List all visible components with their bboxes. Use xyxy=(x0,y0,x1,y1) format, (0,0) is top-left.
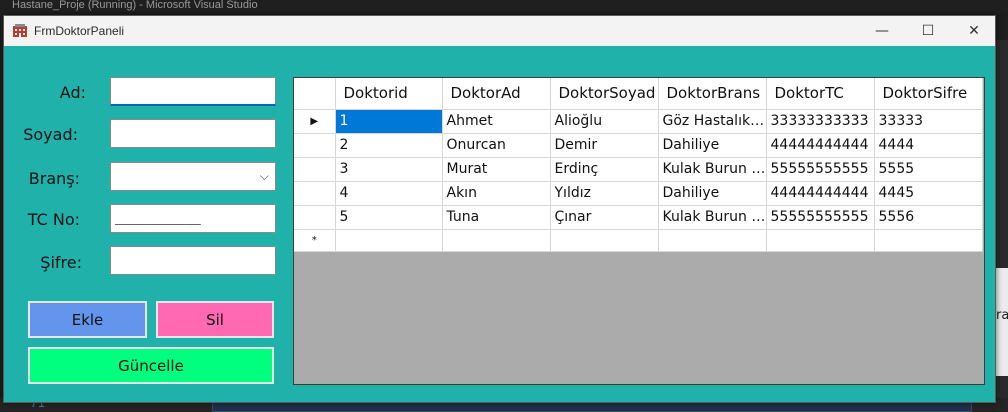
new-cell[interactable] xyxy=(442,229,551,252)
new-cell[interactable] xyxy=(335,229,443,252)
cell-doktorid[interactable]: 3 xyxy=(335,157,443,182)
row-header[interactable] xyxy=(294,157,336,182)
cell-doktorad[interactable]: Ahmet xyxy=(442,109,551,134)
cell-doktorsifre[interactable]: 5555 xyxy=(874,157,983,182)
cell-doktortc[interactable]: 33333333333 xyxy=(766,109,875,134)
row-header-corner[interactable] xyxy=(294,78,336,110)
chevron-down-icon[interactable]: ⌵ xyxy=(260,169,269,184)
table-row[interactable]: ▶ 1 Ahmet Alioğlu Göz Hastalıkları 33333… xyxy=(294,109,983,134)
ad-input[interactable] xyxy=(111,78,275,104)
new-row[interactable]: * xyxy=(294,229,983,252)
new-cell[interactable] xyxy=(550,229,659,252)
cell-doktorbrans[interactable]: Dahiliye xyxy=(658,133,767,158)
ad-field[interactable] xyxy=(110,77,276,106)
cell-doktorbrans[interactable]: Göz Hastalıkları xyxy=(658,109,767,134)
cell-doktorid[interactable]: 2 xyxy=(335,133,443,158)
cell-doktorid[interactable]: 4 xyxy=(335,181,443,206)
cell-doktorsifre[interactable]: 4444 xyxy=(874,133,983,158)
table-row[interactable]: 2 Onurcan Demir Dahiliye 44444444444 444… xyxy=(294,133,983,158)
cell-doktorsifre[interactable]: 5556 xyxy=(874,205,983,230)
sil-button[interactable]: Sil xyxy=(156,301,274,338)
tc-masked-field[interactable]: ___________ xyxy=(110,204,276,233)
maximize-button[interactable]: ☐ xyxy=(905,16,951,46)
cell-doktortc[interactable]: 55555555555 xyxy=(766,157,875,182)
grid-header-row: Doktorid DoktorAd DoktorSoyad DoktorBran… xyxy=(294,78,983,110)
row-header[interactable] xyxy=(294,181,336,206)
vs-title: Hastane_Proje (Running) - Microsoft Visu… xyxy=(12,0,258,11)
cell-doktorsoyad[interactable]: Erdinç xyxy=(550,157,659,182)
cell-doktorsifre[interactable]: 33333 xyxy=(874,109,983,134)
cell-doktorid[interactable]: 5 xyxy=(335,205,443,230)
tc-label: TC No: xyxy=(27,210,80,229)
table-row[interactable]: 3 Murat Erdinç Kulak Burun Boğaz 5555555… xyxy=(294,157,983,182)
minimize-button[interactable]: — xyxy=(859,16,905,46)
column-header-doktorsifre[interactable]: DoktorSifre xyxy=(874,78,983,110)
cell-doktorad[interactable]: Onurcan xyxy=(442,133,551,158)
table-row[interactable]: 5 Tuna Çınar Kulak Burun Boğaz 555555555… xyxy=(294,205,983,230)
hospital-icon xyxy=(13,24,27,37)
doktor-paneli-window: FrmDoktorPaneli — ☐ ✕ Ad: Soyad: Branş: … xyxy=(3,15,996,403)
brans-input[interactable] xyxy=(111,163,275,190)
column-header-doktortc[interactable]: DoktorTC xyxy=(766,78,875,110)
cell-doktorsoyad[interactable]: Demir xyxy=(550,133,659,158)
cell-doktorbrans[interactable]: Kulak Burun Boğaz xyxy=(658,205,767,230)
column-header-doktorid[interactable]: Doktorid xyxy=(335,78,443,110)
column-header-doktorsoyad[interactable]: DoktorSoyad xyxy=(550,78,659,110)
close-button[interactable]: ✕ xyxy=(951,16,997,46)
new-cell[interactable] xyxy=(766,229,875,252)
brans-combobox[interactable]: ⌵ xyxy=(110,162,276,191)
cell-doktorsoyad[interactable]: Çınar xyxy=(550,205,659,230)
current-row-icon[interactable]: ▶ xyxy=(294,109,336,134)
column-header-doktorad[interactable]: DoktorAd xyxy=(442,78,551,110)
new-cell[interactable] xyxy=(874,229,983,252)
window-title: FrmDoktorPaneli xyxy=(34,24,125,38)
soyad-input[interactable] xyxy=(111,120,275,147)
sifre-input[interactable] xyxy=(111,247,275,274)
tc-mask: ___________ xyxy=(115,212,201,227)
cell-doktorbrans[interactable]: Dahiliye xyxy=(658,181,767,206)
ekle-button[interactable]: Ekle xyxy=(28,301,147,338)
window-titlebar[interactable]: FrmDoktorPaneli — ☐ ✕ xyxy=(4,16,995,46)
cell-doktorsoyad[interactable]: Alioğlu xyxy=(550,109,659,134)
cell-doktortc[interactable]: 44444444444 xyxy=(766,181,875,206)
cell-doktorsoyad[interactable]: Yıldız xyxy=(550,181,659,206)
table-row[interactable]: 4 Akın Yıldız Dahiliye 44444444444 4445 xyxy=(294,181,983,206)
cell-doktorad[interactable]: Akın xyxy=(442,181,551,206)
new-row-icon[interactable]: * xyxy=(294,229,336,252)
brans-label: Branş: xyxy=(28,169,80,188)
sifre-field[interactable] xyxy=(110,246,276,275)
cell-doktortc[interactable]: 55555555555 xyxy=(766,205,875,230)
cell-doktorad[interactable]: Murat xyxy=(442,157,551,182)
cell-doktortc[interactable]: 44444444444 xyxy=(766,133,875,158)
vs-side-tab-label: ra xyxy=(996,308,1008,323)
cell-doktorad[interactable]: Tuna xyxy=(442,205,551,230)
guncelle-button[interactable]: Güncelle xyxy=(28,347,274,384)
soyad-label: Soyad: xyxy=(23,125,78,144)
column-header-doktorbrans[interactable]: DoktorBrans xyxy=(658,78,767,110)
soyad-field[interactable] xyxy=(110,119,276,148)
doktor-datagrid[interactable]: Doktorid DoktorAd DoktorSoyad DoktorBran… xyxy=(293,77,985,385)
vs-editor-strip xyxy=(212,402,972,412)
vs-titlebar: Hastane_Proje (Running) - Microsoft Visu… xyxy=(0,0,1008,14)
row-header[interactable] xyxy=(294,205,336,230)
ad-label: Ad: xyxy=(59,83,86,102)
row-header[interactable] xyxy=(294,133,336,158)
new-cell[interactable] xyxy=(658,229,767,252)
cell-doktorsifre[interactable]: 4445 xyxy=(874,181,983,206)
cell-doktorid[interactable]: 1 xyxy=(335,109,443,134)
sifre-label: Şifre: xyxy=(40,253,82,272)
cell-doktorbrans[interactable]: Kulak Burun Boğaz xyxy=(658,157,767,182)
